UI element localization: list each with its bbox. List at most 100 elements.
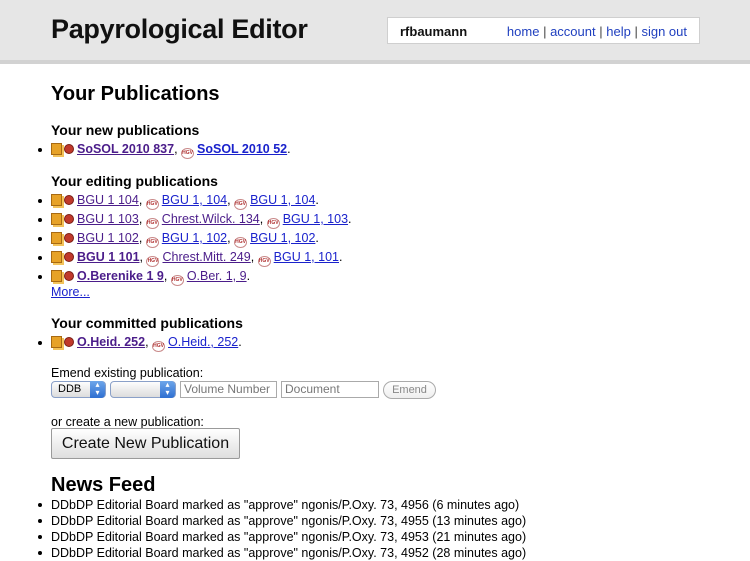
ddb-text-icon xyxy=(64,195,74,205)
create-new-publication-button[interactable]: Create New Publication xyxy=(51,428,240,459)
nav-home-link[interactable]: home xyxy=(507,24,540,39)
new-publications-heading: Your new publications xyxy=(51,122,200,138)
publication-icon[interactable] xyxy=(51,143,62,155)
publication-item: BGU 1 104, HGV BGU 1, 104, HGV BGU 1, 104. xyxy=(35,191,735,210)
editing-publications-list: BGU 1 104, HGV BGU 1, 104, HGV BGU 1, 104.… xyxy=(35,191,735,286)
header-bar: Papyrological Editor rfbaumann home | ac… xyxy=(0,0,750,64)
committed-publications-list: O.Heid. 252, HGV O.Heid., 252. xyxy=(35,333,735,352)
hgv-meta-link[interactable]: BGU 1, 104 xyxy=(162,193,227,207)
nav-sign-out-link[interactable]: sign out xyxy=(641,24,687,39)
hgv-meta-icon: HGV xyxy=(234,237,248,248)
nav-account-link[interactable]: account xyxy=(550,24,596,39)
news-item: DDbDP Editorial Board marked as "approve… xyxy=(35,545,735,561)
publication-item: SoSOL 2010 837, HGV SoSOL 2010 52. xyxy=(35,140,735,159)
list-separator: , xyxy=(138,212,146,226)
news-item: DDbDP Editorial Board marked as "approve… xyxy=(35,529,735,545)
more-link[interactable]: More... xyxy=(51,285,90,299)
ddb-text-icon xyxy=(64,337,74,347)
hgv-meta-icon: HGV xyxy=(146,256,160,267)
emend-label: Emend existing publication: xyxy=(51,366,204,380)
list-separator: . xyxy=(246,269,251,283)
list-separator: . xyxy=(315,193,319,207)
ddb-text-link[interactable]: SoSOL 2010 837 xyxy=(77,142,174,156)
news-item: DDbDP Editorial Board marked as "approve… xyxy=(35,497,735,513)
publication-item: O.Berenike 1 9, HGV O.Ber. 1, 9. xyxy=(35,267,735,286)
hgv-meta-icon: HGV xyxy=(181,148,195,159)
hgv-meta-icon: HGV xyxy=(170,275,184,286)
news-feed-title: News Feed xyxy=(51,474,156,496)
committed-publications-heading: Your committed publications xyxy=(51,315,243,331)
list-separator: , xyxy=(145,335,153,349)
publication-icon[interactable] xyxy=(51,213,62,225)
list-separator: , xyxy=(163,269,171,283)
ddb-text-link[interactable]: BGU 1 102 xyxy=(77,231,139,245)
page-title: Your Publications xyxy=(51,83,220,105)
publication-icon[interactable] xyxy=(51,232,62,244)
new-publications-list: SoSOL 2010 837, HGV SoSOL 2010 52. xyxy=(35,140,735,159)
list-separator: , xyxy=(250,250,258,264)
nav-links: home | account | help | sign out xyxy=(507,24,687,39)
chevron-updown-icon: ▴ ▾ xyxy=(160,381,175,398)
username: rfbaumann xyxy=(400,24,468,39)
list-separator: . xyxy=(339,250,343,264)
hgv-meta-icon: HGV xyxy=(257,256,271,267)
news-item: DDbDP Editorial Board marked as "approve… xyxy=(35,513,735,529)
nav-help-link[interactable]: help xyxy=(606,24,631,39)
emend-button[interactable]: Emend xyxy=(383,381,436,399)
list-separator: , xyxy=(139,250,147,264)
list-separator: , xyxy=(138,193,146,207)
hgv-meta-icon: HGV xyxy=(234,199,248,210)
list-separator: . xyxy=(315,231,319,245)
publication-item: BGU 1 101, HGV Chrest.Mitt. 249, HGV BGU 1… xyxy=(35,248,735,267)
hgv-meta-link[interactable]: BGU 1, 102 xyxy=(250,231,315,245)
hgv-meta-icon: HGV xyxy=(145,218,159,229)
list-separator: . xyxy=(287,142,291,156)
publication-item: BGU 1 102, HGV BGU 1, 102, HGV BGU 1, 102. xyxy=(35,229,735,248)
chevron-updown-icon: ▴ ▾ xyxy=(90,381,105,398)
ddb-text-link[interactable]: O.Berenike 1 9 xyxy=(77,269,164,283)
hgv-meta-link[interactable]: Chrest.Mitt. 249 xyxy=(162,250,250,264)
publication-item: BGU 1 103, HGV Chrest.Wilck. 134, HGV BGU … xyxy=(35,210,735,229)
hgv-meta-icon: HGV xyxy=(266,218,280,229)
hgv-meta-link[interactable]: BGU 1, 104 xyxy=(250,193,315,207)
collection-select[interactable]: DDB ▴ ▾ xyxy=(51,381,106,398)
list-separator: . xyxy=(238,335,242,349)
list-separator: , xyxy=(259,212,267,226)
list-separator: . xyxy=(348,212,352,226)
editing-publications-heading: Your editing publications xyxy=(51,173,218,189)
publication-icon[interactable] xyxy=(51,251,62,263)
list-separator: , xyxy=(138,231,146,245)
create-label: or create a new publication: xyxy=(51,415,204,429)
collection-select-value: DDB xyxy=(58,383,82,395)
ddb-text-link[interactable]: BGU 1 104 xyxy=(77,193,139,207)
document-number-input[interactable]: Document Number xyxy=(281,381,379,398)
hgv-meta-link[interactable]: BGU 1, 102 xyxy=(162,231,227,245)
news-feed-list: DDbDP Editorial Board marked as "approve… xyxy=(35,497,735,561)
ddb-text-link[interactable]: O.Heid. 252 xyxy=(77,335,145,349)
publication-item: O.Heid. 252, HGV O.Heid., 252. xyxy=(35,333,735,352)
ddb-text-icon xyxy=(64,144,74,154)
hgv-meta-link[interactable]: SoSOL 2010 52 xyxy=(197,142,287,156)
hgv-meta-link[interactable]: BGU 1, 103 xyxy=(283,212,348,226)
volume-select[interactable]: ▴ ▾ xyxy=(110,381,176,398)
publication-icon[interactable] xyxy=(51,336,62,348)
publication-icon[interactable] xyxy=(51,270,62,282)
publication-icon[interactable] xyxy=(51,194,62,206)
hgv-meta-icon: HGV xyxy=(145,237,159,248)
hgv-meta-link[interactable]: Chrest.Wilck. 134 xyxy=(162,212,260,226)
hgv-meta-link[interactable]: O.Heid., 252 xyxy=(168,335,238,349)
app-title: Papyrological Editor xyxy=(51,14,308,44)
volume-number-input[interactable]: Volume Number xyxy=(180,381,277,398)
list-separator: , xyxy=(174,142,182,156)
user-box: rfbaumann home | account | help | sign o… xyxy=(387,17,700,44)
list-separator: , xyxy=(227,231,235,245)
hgv-meta-icon: HGV xyxy=(152,341,166,352)
ddb-text-icon xyxy=(64,252,74,262)
ddb-text-icon xyxy=(64,233,74,243)
hgv-meta-link[interactable]: BGU 1, 101 xyxy=(274,250,339,264)
ddb-text-link[interactable]: BGU 1 101 xyxy=(77,250,140,264)
ddb-text-icon xyxy=(64,214,74,224)
ddb-text-link[interactable]: BGU 1 103 xyxy=(77,212,139,226)
hgv-meta-link[interactable]: O.Ber. 1, 9 xyxy=(187,269,247,283)
list-separator: , xyxy=(227,193,235,207)
